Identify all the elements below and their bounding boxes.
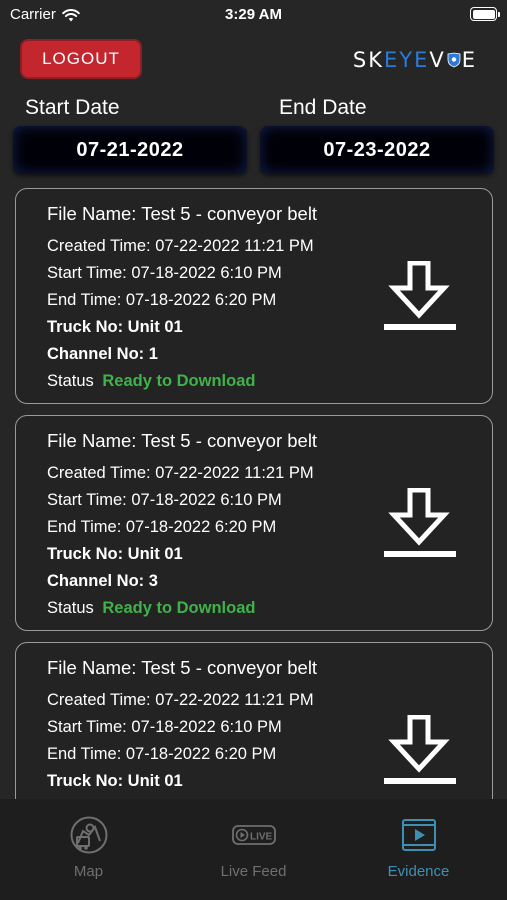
status-value: Ready to Download <box>102 599 256 617</box>
logout-button[interactable]: LOGOUT <box>20 39 142 79</box>
end-date-picker[interactable]: 07-23-2022 <box>260 126 494 174</box>
tab-map[interactable]: Map <box>4 799 173 900</box>
file-name: File Name: Test 5 - conveyor belt <box>47 203 318 224</box>
tab-map-label: Map <box>73 863 104 880</box>
file-name: File Name: Test 5 - conveyor belt <box>47 657 318 678</box>
truck-number: Truck No: Unit 01 <box>47 772 183 790</box>
created-time: Created Time: 07-22-2022 11:21 PM <box>47 237 314 255</box>
map-icon <box>67 813 111 857</box>
file-name: File Name: Test 5 - conveyor belt <box>47 430 318 451</box>
evidence-screen: Carrier 3:29 AM LOGOUT SK EYE V E Start Dat… <box>0 0 507 900</box>
status-label: Status <box>47 372 94 390</box>
evidence-card[interactable]: File Name: Test 5 - conveyor belt Create… <box>15 642 493 799</box>
channel-number: Channel No: 1 <box>47 345 158 363</box>
brand-logo: SK EYE V E <box>352 48 477 72</box>
status-value: Ready to Download <box>102 372 256 390</box>
bottom-tab-bar: Map LIVE Live Feed Evidence <box>0 799 507 900</box>
end-date-label: End Date <box>279 96 367 119</box>
evidence-video-icon <box>397 813 441 857</box>
status-row: Status Ready to Download <box>47 372 255 391</box>
battery-icon <box>470 7 500 21</box>
end-time: End Time: 07-18-2022 6:20 PM <box>47 745 277 763</box>
svg-text:LIVE: LIVE <box>250 832 273 843</box>
tab-live-feed[interactable]: LIVE Live Feed <box>169 799 338 900</box>
status-label: Status <box>47 599 94 617</box>
start-time: Start Time: 07-18-2022 6:10 PM <box>47 718 282 736</box>
tab-evidence-label: Evidence <box>387 863 450 880</box>
tab-evidence[interactable]: Evidence <box>334 799 503 900</box>
tab-live-feed-label: Live Feed <box>220 863 287 880</box>
end-time: End Time: 07-18-2022 6:20 PM <box>47 291 277 309</box>
evidence-card[interactable]: File Name: Test 5 - conveyor belt Create… <box>15 415 493 631</box>
created-time: Created Time: 07-22-2022 11:21 PM <box>47 691 314 709</box>
download-icon[interactable] <box>382 488 458 562</box>
live-feed-icon: LIVE <box>231 813 276 857</box>
status-time: 3:29 AM <box>225 6 282 23</box>
download-icon[interactable] <box>382 261 458 335</box>
evidence-list[interactable]: File Name: Test 5 - conveyor belt Create… <box>0 187 507 799</box>
start-time: Start Time: 07-18-2022 6:10 PM <box>47 264 282 282</box>
evidence-card[interactable]: File Name: Test 5 - conveyor belt Create… <box>15 188 493 404</box>
end-time: End Time: 07-18-2022 6:20 PM <box>47 518 277 536</box>
channel-number: Channel No: 3 <box>47 572 158 590</box>
status-row: Status Ready to Download <box>47 599 255 618</box>
shield-icon <box>447 52 461 68</box>
truck-number: Truck No: Unit 01 <box>47 318 183 336</box>
start-date-label: Start Date <box>25 96 120 119</box>
start-date-picker[interactable]: 07-21-2022 <box>13 126 247 174</box>
download-icon[interactable] <box>382 715 458 789</box>
created-time: Created Time: 07-22-2022 11:21 PM <box>47 464 314 482</box>
start-time: Start Time: 07-18-2022 6:10 PM <box>47 491 282 509</box>
truck-number: Truck No: Unit 01 <box>47 545 183 563</box>
status-bar: Carrier 3:29 AM <box>0 0 507 30</box>
